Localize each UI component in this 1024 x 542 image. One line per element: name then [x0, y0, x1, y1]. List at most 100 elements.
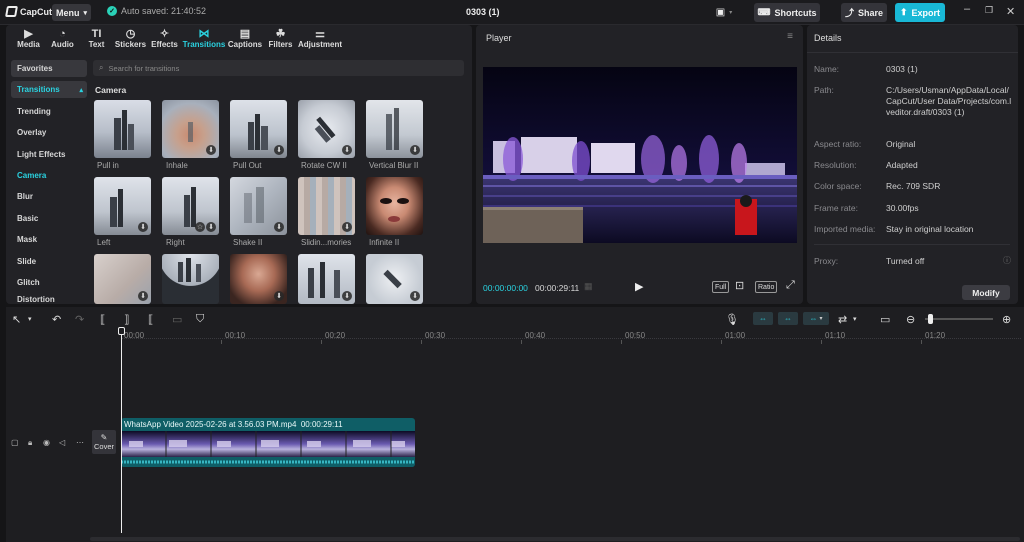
magnet-toggle[interactable]: ⇔	[778, 312, 798, 325]
sidebar-item-blur[interactable]: Blur	[11, 188, 87, 205]
transition-thumb-row3-5[interactable]: ⬇	[366, 254, 423, 304]
transition-thumb-vertical-blur-ii[interactable]: ⬇	[366, 100, 423, 158]
download-icon[interactable]: ⬇	[206, 222, 216, 232]
playhead-handle[interactable]	[118, 327, 125, 335]
autosave-text: Auto saved: 21:40:52	[121, 6, 207, 16]
select-tool-icon[interactable]: ↖	[12, 313, 21, 326]
close-icon[interactable]: ✕	[1006, 5, 1015, 18]
maximize-icon[interactable]: ❐	[985, 5, 993, 16]
download-icon[interactable]: ⬇	[138, 291, 148, 301]
track-toggle-icon[interactable]: ▢	[11, 438, 19, 447]
ratio-button[interactable]: Ratio	[755, 281, 778, 293]
zoom-out-icon[interactable]: ⊖	[906, 313, 915, 326]
transition-thumb-right[interactable]: ☆ ⬇	[162, 177, 219, 235]
screenshot-icon[interactable]: ⊡	[735, 279, 744, 292]
timeline-grid-icon[interactable]: ▦	[584, 281, 593, 292]
more-icon[interactable]: ⋯	[76, 438, 84, 447]
transition-thumb-row3-1[interactable]: ⬇	[94, 254, 151, 304]
download-icon[interactable]: ⬇	[410, 145, 420, 155]
transition-thumb-left[interactable]: ⬇	[94, 177, 151, 235]
sidebar-item-light-effects[interactable]: Light Effects	[11, 146, 87, 163]
share-button[interactable]: ⤴ Share	[841, 3, 887, 22]
transition-thumb-sliding-memories[interactable]: ⬇	[298, 177, 355, 235]
zoom-slider[interactable]	[925, 314, 993, 324]
playhead[interactable]	[121, 329, 122, 533]
tab-captions[interactable]: ▤ Captions	[227, 25, 263, 52]
preview-axis-toggle[interactable]: ⇔ ▾	[803, 312, 829, 325]
chevron-down-icon[interactable]: ▾	[28, 315, 32, 323]
transition-thumb-row3-3[interactable]: ⬇	[230, 254, 287, 304]
delete-icon[interactable]: ▭	[172, 313, 182, 326]
transition-thumb-infinite-ii[interactable]	[366, 177, 423, 235]
lock-icon[interactable]: 🔒︎	[28, 438, 32, 448]
sidebar-item-glitch[interactable]: Glitch	[11, 274, 87, 291]
sidebar-item-favorites[interactable]: Favorites	[11, 60, 87, 77]
microphone-icon[interactable]: 🎙	[725, 313, 739, 326]
transition-thumb-row3-2[interactable]	[162, 254, 219, 304]
sidebar-item-camera[interactable]: Camera	[11, 167, 87, 184]
download-icon[interactable]: ⬇	[410, 291, 420, 301]
full-button[interactable]: Full	[712, 281, 730, 293]
transition-thumb-rotate-cw-ii[interactable]: ⬇	[298, 100, 355, 158]
audio-toggle-icon[interactable]: ◁	[59, 438, 65, 447]
tab-transitions[interactable]: ⋈ Transitions	[182, 25, 226, 52]
layout-button[interactable]: ▣ ▾	[712, 3, 736, 22]
menu-button[interactable]: Menu ▾	[52, 4, 91, 21]
sidebar-item-overlay[interactable]: Overlay	[11, 124, 87, 141]
fullscreen-icon[interactable]: ⤢	[786, 279, 795, 292]
download-icon[interactable]: ⬇	[342, 222, 352, 232]
info-icon[interactable]: ⓘ	[1003, 255, 1011, 266]
marker-icon[interactable]: ⛉	[196, 313, 204, 326]
transition-thumb-row3-4[interactable]: ⬇	[298, 254, 355, 304]
redo-icon[interactable]: ↷	[75, 313, 84, 326]
shortcuts-button[interactable]: ⌨ Shortcuts	[754, 3, 820, 22]
delete-right-icon[interactable]: ⟦	[148, 313, 153, 326]
transition-thumb-shake-ii[interactable]: ⬇	[230, 177, 287, 235]
menu-icon[interactable]: ≡	[787, 31, 793, 42]
download-icon[interactable]: ⬇	[342, 145, 352, 155]
preview-window-icon[interactable]: ▭	[880, 313, 890, 326]
zoom-in-icon[interactable]: ⊕	[1002, 313, 1011, 326]
download-icon[interactable]: ⬇	[342, 291, 352, 301]
link-clips-toggle[interactable]: ⇔	[753, 312, 773, 325]
zoom-slider-handle[interactable]	[928, 314, 933, 324]
eye-icon[interactable]: ◉	[43, 438, 50, 447]
sidebar-item-transitions[interactable]: Transitions ▴	[11, 81, 87, 99]
modify-button[interactable]: Modify	[962, 285, 1010, 300]
download-icon[interactable]: ⬇	[274, 145, 284, 155]
download-icon[interactable]: ☆	[195, 222, 205, 232]
download-icon[interactable]: ⬇	[274, 291, 284, 301]
video-clip[interactable]: WhatsApp Video 2025-02-26 at 3.56.03 PM.…	[121, 418, 415, 467]
search-input[interactable]: ⌕ Search for transitions	[93, 60, 464, 76]
transition-thumb-inhale[interactable]: ⬇	[162, 100, 219, 158]
ruler-tick	[321, 340, 322, 344]
tab-audio[interactable]: ◔ Audio	[46, 25, 79, 52]
transition-thumb-pull-out[interactable]: ⬇	[230, 100, 287, 158]
download-icon[interactable]: ⬇	[138, 222, 148, 232]
chevron-down-icon[interactable]: ▾	[853, 315, 857, 323]
tab-text[interactable]: TI Text	[80, 25, 113, 52]
download-icon[interactable]: ⬇	[274, 222, 284, 232]
timeline-scrollbar[interactable]	[90, 537, 1020, 541]
delete-left-icon[interactable]: ⟧	[124, 313, 129, 326]
mix-icon[interactable]: ⇄	[838, 313, 847, 326]
tab-media[interactable]: ▶ Media	[12, 25, 45, 52]
sidebar-item-distortion[interactable]: Distortion	[11, 295, 87, 305]
cover-button[interactable]: ✎ Cover	[92, 430, 116, 454]
tab-effects[interactable]: ✧ Effects	[148, 25, 181, 52]
split-icon[interactable]: ⟦	[100, 313, 105, 326]
minimize-icon[interactable]: –	[964, 3, 970, 15]
sidebar-item-slide[interactable]: Slide	[11, 253, 87, 270]
play-icon[interactable]: ▶	[635, 280, 643, 293]
sidebar-item-trending[interactable]: Trending	[11, 103, 87, 120]
modify-label: Modify	[972, 287, 1000, 298]
transition-thumb-pull-in[interactable]	[94, 100, 151, 158]
undo-icon[interactable]: ↶	[52, 313, 61, 326]
download-icon[interactable]: ⬇	[206, 145, 216, 155]
sidebar-item-mask[interactable]: Mask	[11, 231, 87, 248]
sidebar-item-basic[interactable]: Basic	[11, 210, 87, 227]
export-button[interactable]: ⬆ Export	[895, 3, 945, 22]
tab-filters[interactable]: ☘ Filters	[264, 25, 297, 52]
tab-stickers[interactable]: ◷ Stickers	[114, 25, 147, 52]
tab-adjustment[interactable]: ⚌ Adjustment	[298, 25, 342, 52]
